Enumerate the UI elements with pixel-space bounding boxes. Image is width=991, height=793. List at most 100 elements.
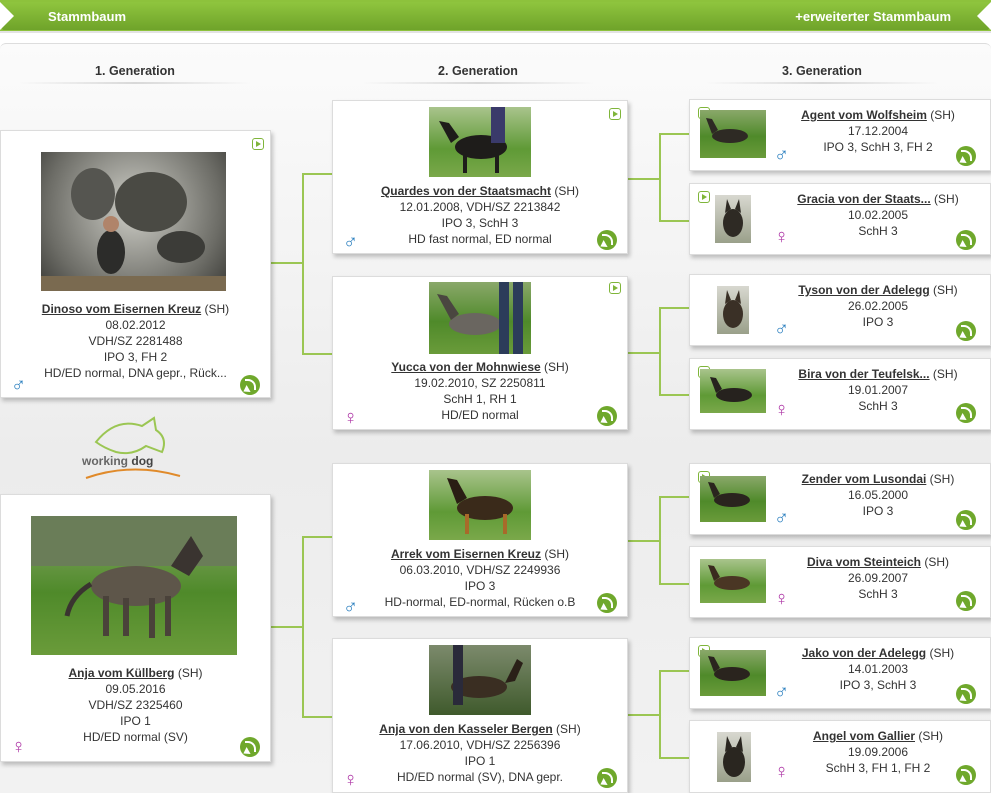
dog-name-link[interactable]: Gracia von der Staats... (797, 192, 930, 206)
dog-info-line: 08.02.2012 (105, 318, 166, 332)
dog-photo[interactable] (700, 559, 766, 603)
dog-info-line: SchH 1, RH 1 (443, 392, 517, 406)
dog-photo[interactable] (715, 195, 751, 243)
dog-name-link[interactable]: Jako von der Adelegg (802, 646, 926, 660)
logo-dog-drawing (85, 416, 181, 479)
video-play-icon[interactable] (252, 138, 264, 150)
male-icon: ♂ (774, 318, 789, 340)
dog-name-link[interactable]: Agent vom Wolfsheim (801, 108, 927, 122)
expand-arrow-icon[interactable] (956, 684, 976, 704)
dog-tag: (SH) (556, 722, 581, 736)
dog-info: Anja von den Kasseler Bergen (SH) 17.06.… (333, 721, 627, 785)
connector (302, 173, 332, 175)
dog-name-link[interactable]: Diva vom Steinteich (807, 555, 921, 569)
dog-card-g3-4: Bira von der Teufelsk... (SH) 19.01.2007… (689, 358, 991, 430)
video-play-icon[interactable] (609, 282, 621, 294)
male-icon: ♂ (11, 374, 26, 396)
male-icon: ♂ (343, 231, 358, 253)
female-icon: ♀ (774, 399, 789, 421)
generation-2-heading: 2. Generation (363, 64, 593, 84)
expand-arrow-icon[interactable] (956, 321, 976, 341)
dog-photo[interactable] (700, 110, 766, 158)
expand-arrow-icon[interactable] (956, 591, 976, 611)
dog-photo[interactable] (717, 286, 749, 334)
video-play-icon[interactable] (698, 191, 710, 203)
dog-name-link[interactable]: Angel vom Gallier (813, 729, 915, 743)
dog-info-line: 06.03.2010, VDH/SZ 2249936 (399, 563, 561, 577)
page-title: Stammbaum (48, 9, 127, 24)
dog-info-line: 10.02.2005 (847, 208, 909, 222)
dog-card-g3-6: Diva vom Steinteich (SH) 26.09.2007 SchH… (689, 546, 991, 618)
dog-tag: (SH) (918, 729, 944, 743)
expand-arrow-icon[interactable] (597, 768, 617, 788)
dog-info-line: IPO 3, SchH 3 (441, 216, 519, 230)
dog-name-link[interactable]: Dinoso vom Eisernen Kreuz (42, 302, 201, 316)
dog-photo[interactable] (429, 282, 531, 354)
expand-arrow-icon[interactable] (956, 765, 976, 785)
dog-photo-drawing (41, 168, 226, 291)
expand-arrow-icon[interactable] (956, 510, 976, 530)
dog-name-link[interactable]: Bira von der Teufelsk... (798, 367, 929, 381)
dog-info-line: HD/ED normal (SV), DNA gepr. (396, 770, 564, 784)
expand-arrow-icon[interactable] (240, 375, 260, 395)
dog-tag: (SH) (932, 367, 958, 381)
dog-photo[interactable] (700, 476, 766, 522)
expand-arrow-icon[interactable] (956, 230, 976, 250)
logo-word2: dog (131, 454, 154, 468)
dog-info-line: 12.01.2008, VDH/SZ 2213842 (399, 200, 561, 214)
dog-tag: (SH) (930, 108, 955, 122)
male-icon: ♂ (343, 596, 358, 618)
dog-info-line: 09.05.2016 (105, 682, 166, 696)
dog-tag: (SH) (924, 555, 950, 569)
dog-photo[interactable] (700, 369, 766, 413)
dog-info: Jako von der Adelegg (SH) 14.01.2003 IPO… (766, 645, 990, 693)
female-icon: ♀ (774, 226, 789, 248)
extended-pedigree-link[interactable]: +erweiterter Stammbaum (795, 9, 951, 24)
dog-photo-drawing (710, 377, 752, 402)
dog-photo[interactable] (429, 470, 531, 540)
expand-arrow-icon[interactable] (956, 403, 976, 423)
connector (659, 394, 689, 396)
dog-photo[interactable] (700, 650, 766, 696)
dog-info-line: 26.02.2005 (847, 299, 909, 313)
dog-name-link[interactable]: Anja von den Kasseler Bergen (379, 722, 552, 736)
dog-card-g1-sire: Dinoso vom Eisernen Kreuz (SH) 08.02.201… (0, 130, 271, 398)
dog-photo-drawing (708, 656, 750, 681)
dog-name-link[interactable]: Anja vom Küllberg (68, 666, 174, 680)
dog-photo[interactable] (429, 645, 531, 715)
pedigree-header: Stammbaum +erweiterter Stammbaum (0, 0, 991, 33)
dog-photo-drawing (447, 478, 513, 534)
dog-name-link[interactable]: Quardes von der Staatsmacht (381, 184, 551, 198)
expand-arrow-icon[interactable] (956, 146, 976, 166)
dog-info-line: IPO 3, SchH 3, FH 2 (823, 140, 933, 154)
connector (659, 670, 661, 759)
male-icon: ♂ (774, 507, 789, 529)
dog-photo[interactable] (31, 516, 237, 655)
dog-card-g3-8: Angel vom Gallier (SH) 19.09.2006 SchH 3… (689, 720, 991, 793)
connector (659, 133, 689, 135)
dog-info-line: 19.02.2010, SZ 2250811 (414, 376, 546, 390)
dog-info-line: 17.06.2010, VDH/SZ 2256396 (399, 738, 561, 752)
dog-photo[interactable] (717, 732, 751, 782)
expand-arrow-icon[interactable] (597, 230, 617, 250)
expand-arrow-icon[interactable] (597, 593, 617, 613)
dog-info-line: VDH/SZ 2281488 (88, 334, 183, 348)
logo-text: working dog (82, 454, 153, 468)
video-play-icon[interactable] (609, 108, 621, 120)
dog-card-g3-7: Jako von der Adelegg (SH) 14.01.2003 IPO… (689, 637, 991, 709)
connector (628, 352, 660, 354)
dog-name-link[interactable]: Tyson von der Adelegg (798, 283, 929, 297)
dog-info-line: 19.01.2007 (847, 383, 909, 397)
expand-arrow-icon[interactable] (240, 737, 260, 757)
connector (659, 220, 689, 222)
dog-photo[interactable] (429, 107, 531, 177)
dog-name-link[interactable]: Yucca von der Mohnwiese (391, 360, 540, 374)
dog-info-line: VDH/SZ 2325460 (88, 698, 183, 712)
dog-name-link[interactable]: Zender vom Lusondai (802, 472, 927, 486)
dog-info-line: SchH 3 (858, 224, 898, 238)
expand-arrow-icon[interactable] (597, 406, 617, 426)
dog-name-link[interactable]: Arrek vom Eisernen Kreuz (391, 547, 541, 561)
dog-photo[interactable] (41, 152, 226, 291)
dog-photo-drawing (451, 645, 523, 705)
connector (302, 716, 332, 718)
